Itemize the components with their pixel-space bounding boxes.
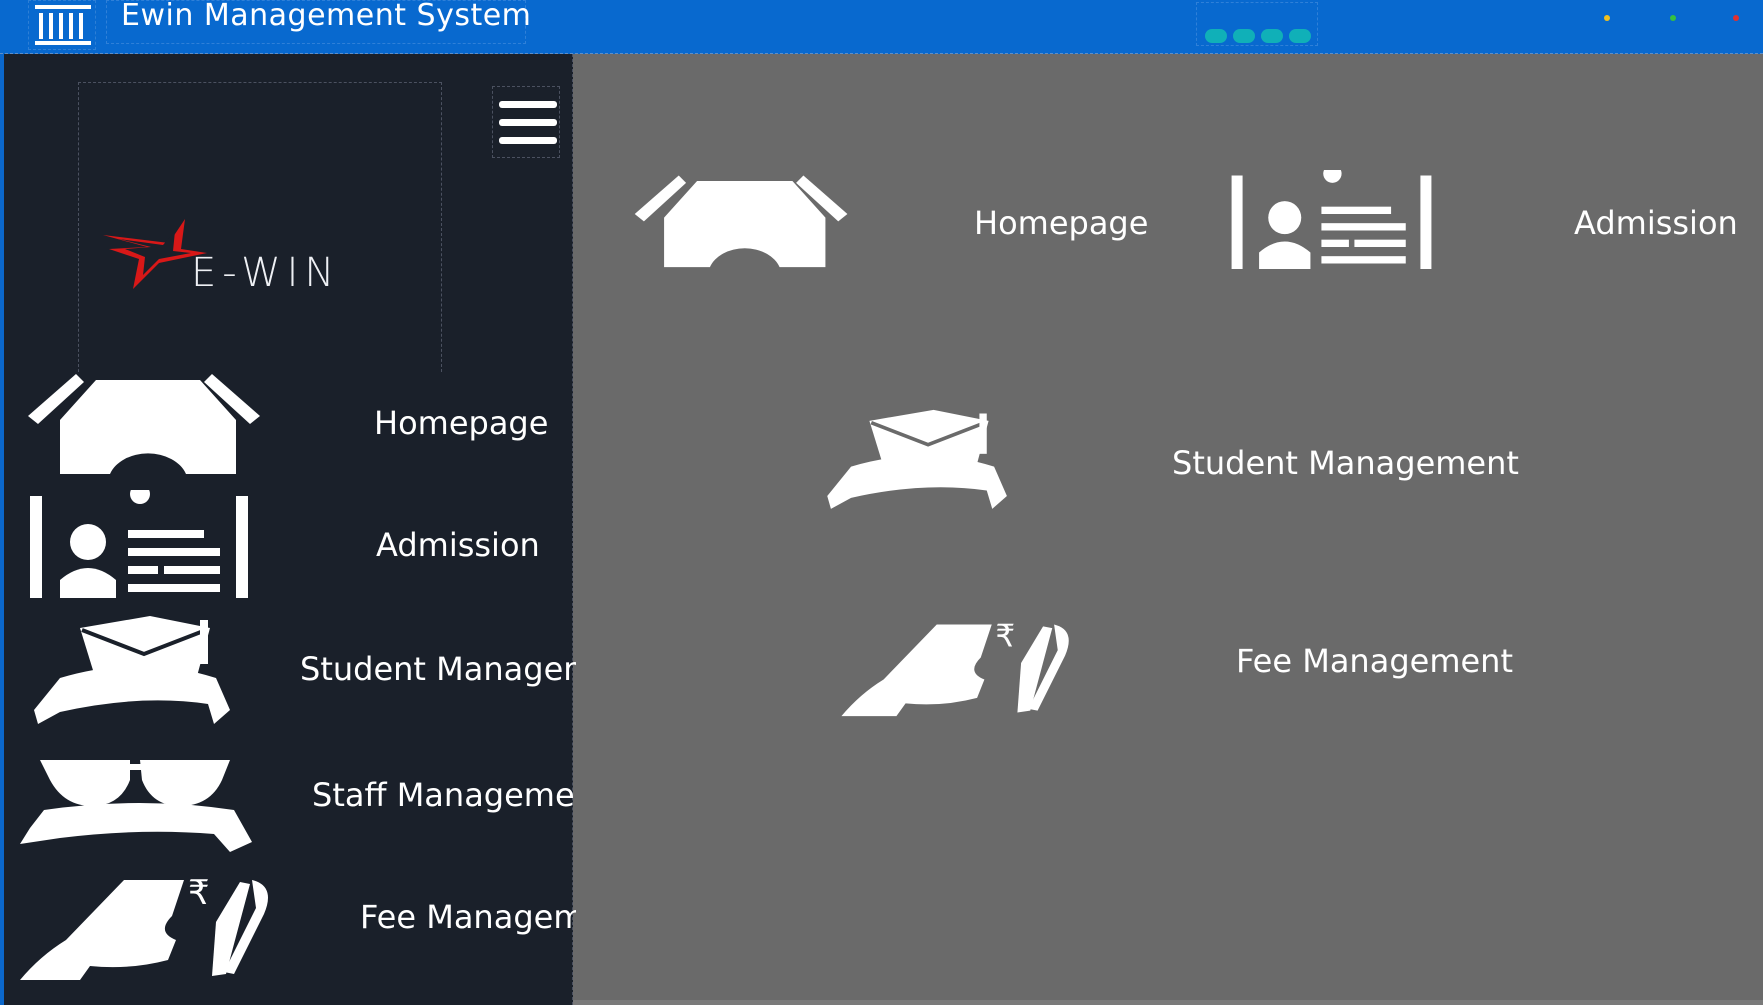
sidebar-item-admission[interactable]: Admission [20,490,576,610]
fee-hand-rupee-icon: ₹ [20,873,268,980]
sidebar-item-label: Homepage [374,404,549,442]
hamburger-icon [499,101,557,108]
sidebar-item-label: Student Manageme [300,650,576,688]
loading-dot [1205,29,1227,43]
loading-dot [1233,29,1255,43]
tile-label: Fee Management [1236,642,1513,680]
sidebar-item-homepage[interactable]: Homepage [20,368,576,488]
sidebar-item-label: Staff Managemer [312,776,576,814]
sidebar-item-staff-management[interactable]: Staff Managemer [20,740,576,860]
title-bar: Ewin Management System [0,0,1763,54]
logo-panel: E-WIN [78,82,442,372]
logo-text: E-WIN [191,250,341,296]
teacher-glasses-icon [20,760,252,852]
app-title: Ewin Management System [121,0,532,33]
tile-homepage[interactable]: Homepage [622,170,1148,280]
tile-fee-management[interactable]: ₹ Fee Management [816,608,1516,718]
fee-hand-rupee-icon: ₹ [841,619,1069,717]
tile-label: Student Management [1172,444,1519,482]
hamburger-menu-button[interactable] [492,86,560,158]
close-button[interactable] [1733,15,1739,21]
maximize-button[interactable] [1670,15,1676,21]
sidebar-item-fee-management[interactable]: ₹ Fee Manageme [20,862,576,982]
sidebar-item-label: Fee Manageme [360,898,576,936]
id-card-icon [30,490,248,598]
svg-text:₹: ₹ [995,619,1015,655]
svg-text:₹: ₹ [188,873,210,913]
loading-dot [1261,29,1283,43]
graduation-cap-icon [827,409,1007,509]
graduation-cap-icon [34,616,230,724]
sidebar-item-student-management[interactable]: Student Manageme [20,614,576,734]
home-icon [634,175,848,268]
minimize-button[interactable] [1604,15,1610,21]
loading-dots-indicator [1196,2,1318,46]
app-title-box: Ewin Management System [106,0,531,44]
tile-student-management[interactable]: Student Management [814,408,1519,520]
tile-label: Admission [1574,204,1738,242]
loading-dot [1289,29,1311,43]
tile-label: Homepage [974,204,1149,242]
tile-admission[interactable]: Admission [1222,170,1742,280]
bottom-border [573,1000,1763,1005]
home-icon [28,374,260,474]
institution-icon [28,0,96,50]
id-card-icon [1231,170,1432,269]
sidebar-item-label: Admission [376,526,540,564]
sidebar: E-WIN Homepage Admission Student Manage … [0,54,576,1005]
